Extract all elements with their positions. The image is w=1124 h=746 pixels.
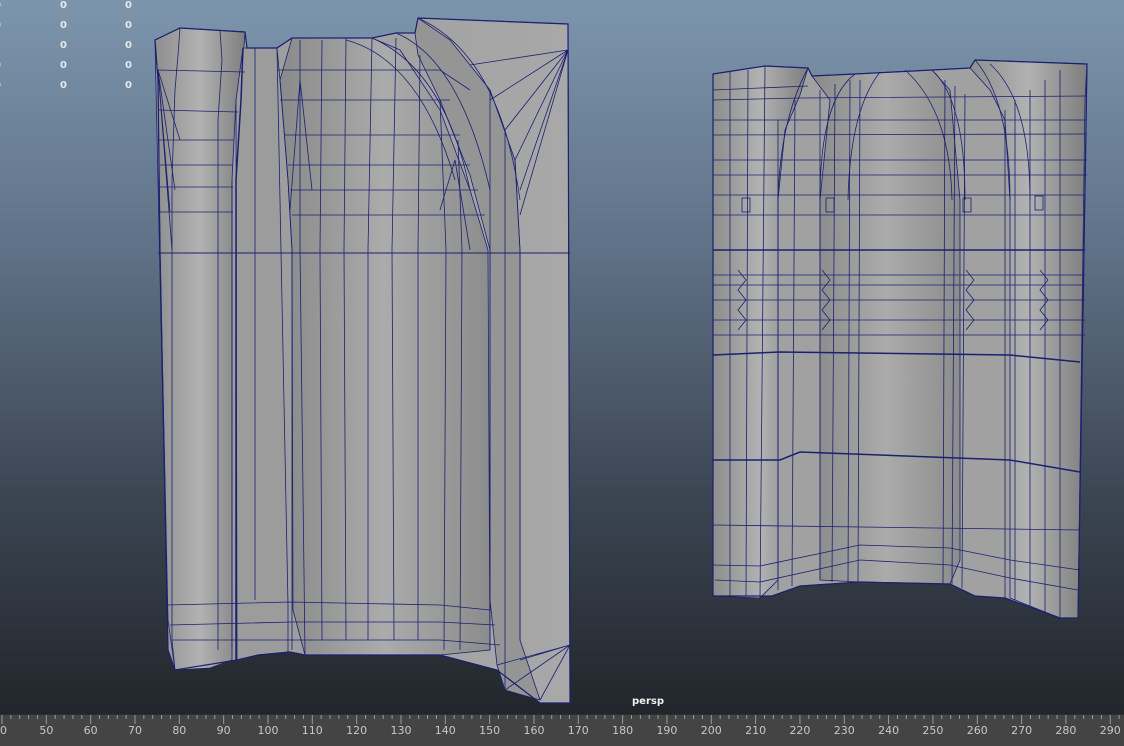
timeline-frame-label: 240 — [878, 724, 900, 737]
timeline-frame-label: 170 — [567, 724, 589, 737]
left-arch-model[interactable] — [154, 17, 571, 704]
timeline-frame-label: 220 — [789, 724, 811, 737]
time-slider[interactable]: 40 50 60 70 80 90 100 110 120 130 140 150 160 170 180 1… — [0, 714, 1124, 746]
timeline-frame-label: 270 — [1011, 724, 1033, 737]
timeline-frame-label: 50 — [39, 724, 54, 737]
timeline-frame-label: 190 — [656, 724, 678, 737]
timeline-frame-label: 40 — [0, 724, 7, 737]
timeline-frame-label: 280 — [1055, 724, 1077, 737]
timeline-frame-label: 250 — [922, 724, 944, 737]
timeline-ticks — [1, 715, 1120, 724]
timeline-frame-label: 210 — [745, 724, 767, 737]
timeline-frame-label: 150 — [479, 724, 501, 737]
timeline-frame-label: 120 — [346, 724, 368, 737]
timeline-frame-label: 140 — [434, 724, 456, 737]
timeline-frame-label: 200 — [700, 724, 722, 737]
timeline-frame-label: 260 — [966, 724, 988, 737]
timeline-frame-label: 100 — [257, 724, 279, 737]
timeline-frame-label: 70 — [127, 724, 142, 737]
timeline-frame-label: 90 — [216, 724, 231, 737]
timeline-frame-label: 230 — [833, 724, 855, 737]
right-arch-model[interactable] — [712, 59, 1088, 619]
timeline-frame-label: 180 — [612, 724, 634, 737]
scene-canvas[interactable] — [0, 0, 1124, 714]
timeline-frame-label: 160 — [523, 724, 545, 737]
timeline-frame-label: 290 — [1099, 724, 1121, 737]
camera-name-label: persp — [632, 696, 664, 707]
perspective-viewport[interactable]: 000000200000000 — [0, 0, 1124, 714]
timeline-frame-label: 60 — [83, 724, 98, 737]
timeline-frame-label: 80 — [172, 724, 187, 737]
timeline-frame-label: 110 — [301, 724, 323, 737]
timeline-frame-label: 130 — [390, 724, 412, 737]
